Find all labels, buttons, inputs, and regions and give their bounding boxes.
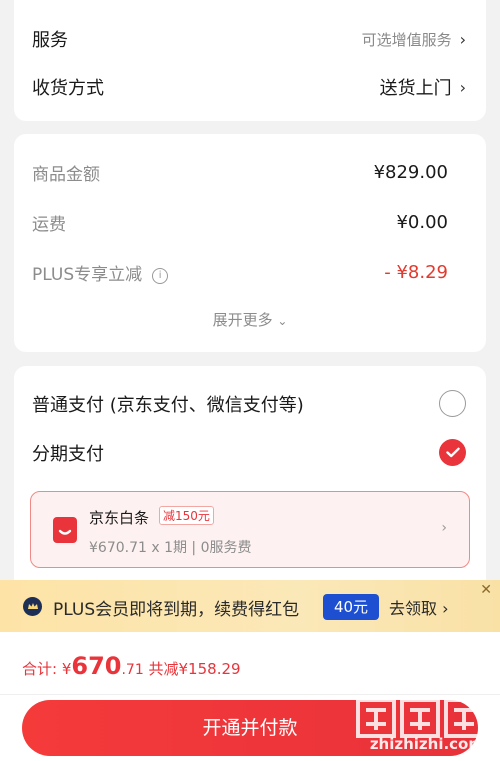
watermark-text: zhizhizhi.com xyxy=(369,735,484,753)
chevron-right-icon: › xyxy=(442,599,449,618)
plus-red-packet-amount: 40元 xyxy=(323,594,379,620)
installment-payment-row[interactable]: 分期支付 xyxy=(32,439,466,466)
delivery-value: 送货上门 xyxy=(379,78,452,99)
service-row[interactable]: 服务 可选增值服务 › xyxy=(32,26,466,52)
installment-payment-label: 分期支付 xyxy=(32,443,104,465)
normal-payment-radio[interactable] xyxy=(439,390,466,417)
expand-more-label: 展开更多 xyxy=(212,311,273,329)
claim-link-label: 去领取 xyxy=(389,599,438,618)
total-line: 合计: ¥670.71 共减¥158.29 xyxy=(22,652,241,680)
service-label: 服务 xyxy=(32,30,68,51)
total-amount-decimal: .71 xyxy=(121,662,144,678)
plus-discount-value: - ¥8.29 xyxy=(384,262,448,283)
normal-payment-label: 普通支付 (京东支付、微信支付等) xyxy=(32,394,304,416)
plus-banner-text: PLUS会员即将到期，续费得红包 xyxy=(53,600,300,620)
total-prefix: 合计: ¥ xyxy=(22,660,72,678)
check-icon xyxy=(445,447,460,458)
goods-amount-label: 商品金额 xyxy=(32,165,100,185)
chevron-right-icon: › xyxy=(459,77,466,97)
baitiao-description: ¥670.71 x 1期 | 0服务费 xyxy=(89,540,252,556)
delivery-label: 收货方式 xyxy=(32,78,104,99)
price-summary-card: 商品金额 ¥829.00 运费 ¥0.00 PLUS专享立减 i - ¥8.29 … xyxy=(14,134,486,352)
freight-label: 运费 xyxy=(32,215,66,235)
plus-renewal-banner[interactable]: PLUS会员即将到期，续费得红包 40元 去领取 › ✕ xyxy=(0,580,500,632)
baitiao-option[interactable]: 京东白条 减150元 ¥670.71 x 1期 | 0服务费 › xyxy=(30,491,470,568)
chevron-right-icon: › xyxy=(459,29,466,49)
payment-method-card: 普通支付 (京东支付、微信支付等) 分期支付 京东白条 减150元 ¥670.7… xyxy=(14,366,486,596)
baitiao-title: 京东白条 xyxy=(89,509,150,527)
total-amount-integer: 670 xyxy=(71,652,122,680)
close-icon[interactable]: ✕ xyxy=(480,582,492,598)
freight-row: 运费 ¥0.00 xyxy=(32,210,448,235)
installment-payment-radio-checked[interactable] xyxy=(439,439,466,466)
info-icon[interactable]: i xyxy=(152,268,169,284)
chevron-right-icon: › xyxy=(441,520,447,536)
order-options-card: 服务 可选增值服务 › 收货方式 送货上门 › xyxy=(14,0,486,121)
chevron-down-icon: ⌄ xyxy=(277,314,288,328)
total-saved: 共减¥158.29 xyxy=(143,660,241,678)
expand-more-button[interactable]: 展开更多 ⌄ xyxy=(14,309,486,330)
plus-crown-icon xyxy=(23,597,42,616)
freight-value: ¥0.00 xyxy=(396,212,448,233)
baitiao-discount-badge: 减150元 xyxy=(159,506,214,525)
plus-discount-row: PLUS专享立减 i - ¥8.29 xyxy=(32,260,448,285)
delivery-row[interactable]: 收货方式 送货上门 › xyxy=(32,74,466,100)
normal-payment-row[interactable]: 普通支付 (京东支付、微信支付等) xyxy=(32,390,466,417)
plus-discount-label: PLUS专享立减 xyxy=(32,265,143,285)
service-hint: 可选增值服务 xyxy=(361,30,452,49)
baitiao-logo-icon xyxy=(53,516,77,543)
claim-link[interactable]: 去领取 › xyxy=(389,595,449,619)
goods-amount-row: 商品金额 ¥829.00 xyxy=(32,160,448,185)
goods-amount-value: ¥829.00 xyxy=(373,162,448,183)
